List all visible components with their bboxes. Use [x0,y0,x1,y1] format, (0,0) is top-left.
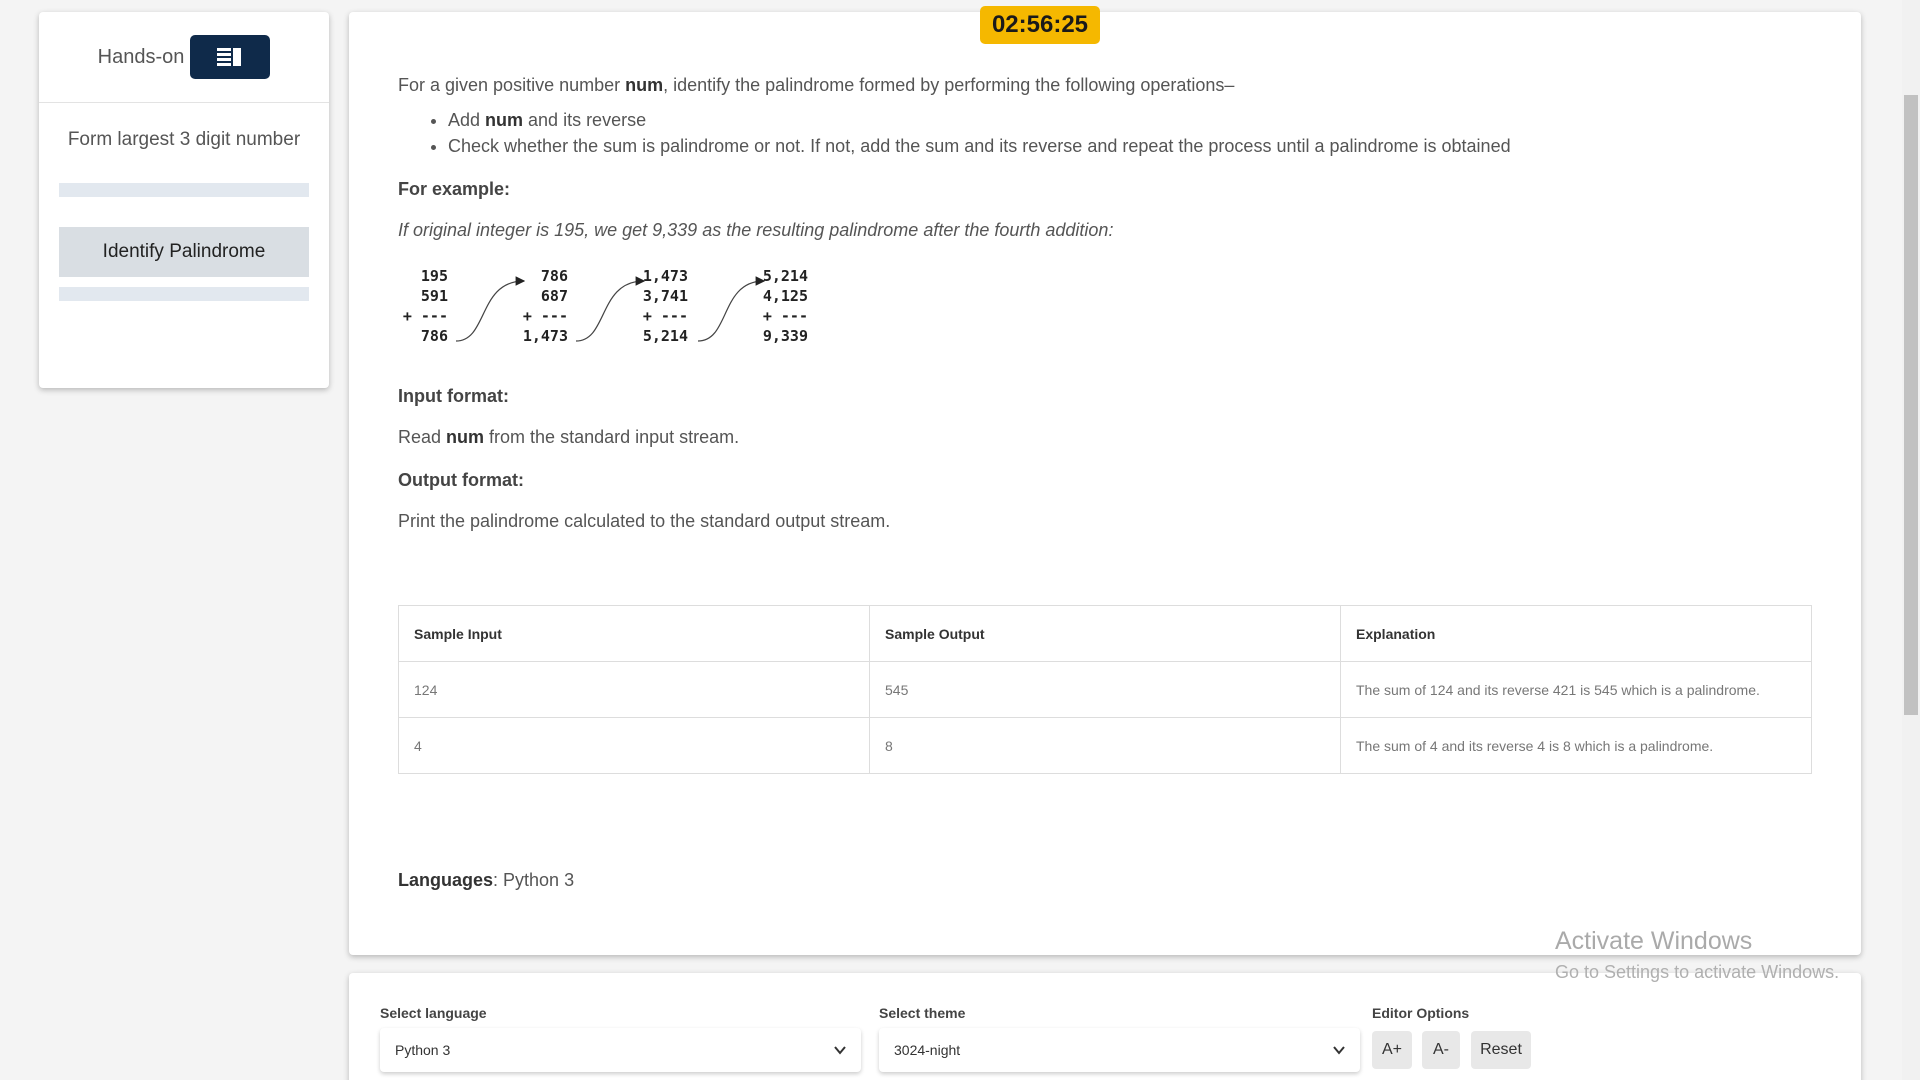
diagram-step-sum: 786 [421,327,448,345]
table-cell: 124 [398,661,870,718]
sidebar-divider [59,183,309,197]
editor-options-panel: Select language Python 3 Select theme 30… [349,973,1861,1080]
table-cell: The sum of 4 and its reverse 4 is 8 whic… [1340,717,1812,774]
diagram-step-sum: 1,473 [523,327,568,345]
diagram-step-plus: + --- [763,307,808,325]
diagram-step-sum: 5,214 [643,327,688,345]
column-header: Sample Output [869,605,1341,662]
diagram-step-a: 195 [421,267,448,285]
diagram-step-sum: 9,339 [763,327,808,345]
diagram-step-b: 591 [421,287,448,305]
activate-windows-title: Activate Windows [1555,927,1753,955]
problem-intro: For a given positive number num, identif… [398,75,1235,95]
column-header: Sample Input [398,605,870,662]
languages-line: Languages: Python 3 [398,870,575,890]
list-item: Check whether the sum is palindrome or n… [448,136,1813,157]
palindrome-steps-diagram: 195 591 + --- 786 786 687 + --- 1,473 1,473 3,741… [403,267,808,345]
toggle-sidebar-button[interactable] [190,35,271,79]
activate-windows-subtitle: Go to Settings to activate Windows. [1555,962,1840,982]
theme-select[interactable]: 3024-night [879,1028,1360,1072]
font-increase-button[interactable]: A+ [1372,1031,1412,1069]
diagram-step-b: 4,125 [763,287,808,305]
diagram-step-a: 5,214 [763,267,808,285]
diagram-step-b: 687 [541,287,568,305]
problem-description: For a given positive number num, identif… [398,62,1813,532]
diagram-step-b: 3,741 [643,287,688,305]
input-format-heading: Input format: [398,386,509,406]
table-header-row: Sample Input Sample Output Explanation [398,605,1812,662]
table-cell: The sum of 124 and its reverse 421 is 54… [1340,661,1812,718]
table-row: 124 545 The sum of 124 and its reverse 4… [398,661,1812,718]
diagram-step-plus: + --- [403,307,448,325]
language-select[interactable]: Python 3 [380,1028,861,1072]
chevron-down-icon [834,1046,846,1055]
theme-select-label: Select theme [879,1005,966,1021]
diagram-step-plus: + --- [523,307,568,325]
sidebar-item-identify-palindrome[interactable]: Identify Palindrome [59,227,309,277]
editor-options-label: Editor Options [1372,1005,1470,1021]
example-heading: For example: [398,179,511,199]
column-header: Explanation [1340,605,1812,662]
countdown-timer: 02:56:25 [980,6,1100,44]
output-format-text: Print the palindrome calculated to the s… [398,511,891,531]
operations-list: Add num and its reverse Check whether th… [448,110,1813,157]
diagram-step-plus: + --- [643,307,688,325]
chevron-down-icon [1333,1046,1345,1055]
diagram-step-a: 1,473 [643,267,688,285]
list-icon [217,48,242,66]
sidebar-item-form-largest[interactable]: Form largest 3 digit number [59,103,309,183]
scrollbar-thumb[interactable] [1904,95,1918,715]
font-decrease-button[interactable]: A- [1422,1031,1460,1069]
question-sidebar: Hands-on Form largest 3 digit number Ide… [39,12,329,388]
output-format-heading: Output format: [398,470,524,490]
list-item: Add num and its reverse [448,110,1813,131]
hands-on-label: Hands-on [97,45,185,68]
table-cell: 8 [869,717,1341,774]
problem-panel: For a given positive number num, identif… [349,12,1861,955]
diagram-step-a: 786 [541,267,568,285]
input-format-text: Read num from the standard input stream. [398,427,740,447]
table-cell: 545 [869,661,1341,718]
reset-button[interactable]: Reset [1471,1031,1531,1069]
table-cell: 4 [398,717,870,774]
example-text: If original integer is 195, we get 9,339… [398,220,1114,240]
sample-table: Sample Input Sample Output Explanation 1… [398,605,1812,774]
table-row: 4 8 The sum of 4 and its reverse 4 is 8 … [398,717,1812,774]
hands-on-header: Hands-on [39,12,329,103]
language-select-label: Select language [380,1005,487,1021]
sidebar-divider [59,287,309,301]
